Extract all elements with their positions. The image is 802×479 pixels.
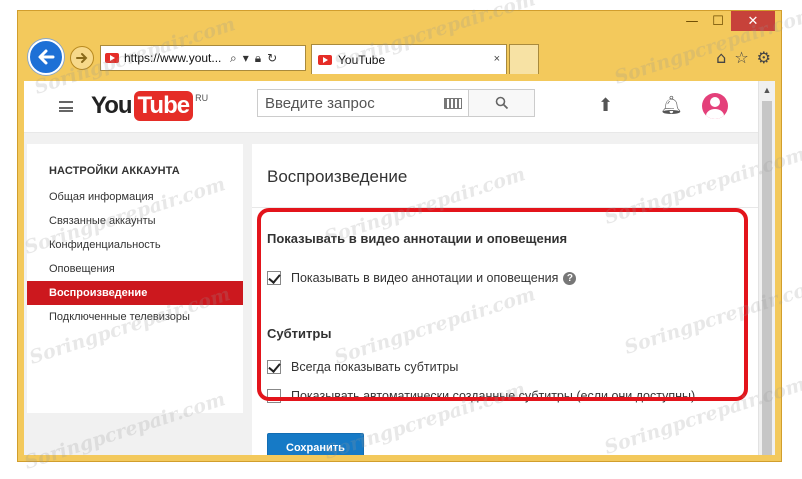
forward-button[interactable]: [70, 46, 94, 70]
youtube-favicon: [318, 54, 332, 65]
search-icon: [495, 96, 508, 110]
navigation-bar: https://www.yout... ⌕ ▾ 🔒︎ ↻ YouTube × ⌂…: [24, 39, 775, 81]
refresh-icon[interactable]: ↻: [267, 51, 277, 66]
sidebar-item-notifications[interactable]: Оповещения: [27, 257, 243, 281]
star-icon[interactable]: ☆: [734, 48, 748, 67]
arrow-left-icon: [38, 49, 55, 65]
bell-icon[interactable]: 🔔︎: [660, 95, 683, 116]
sidebar-item-connected-tvs[interactable]: Подключенные телевизоры: [27, 305, 243, 329]
page-title: Воспроизведение: [267, 167, 408, 186]
avatar[interactable]: [702, 93, 728, 119]
logo-text-you: You: [91, 92, 133, 119]
upload-icon[interactable]: ⬆: [598, 95, 613, 116]
sidebar-item-linked-accounts[interactable]: Связанные аккаунты: [27, 209, 243, 233]
youtube-logo[interactable]: You Tube RU: [91, 89, 208, 123]
sidebar-item-playback[interactable]: Воспроизведение: [27, 281, 243, 305]
logo-text-tube: Tube: [133, 91, 194, 121]
youtube-favicon: [105, 53, 119, 63]
maximize-button[interactable]: ☐: [705, 11, 731, 31]
logo-region: RU: [195, 93, 209, 103]
lock-icon[interactable]: 🔒︎: [255, 51, 261, 66]
search-input[interactable]: Введите запрос: [257, 89, 469, 117]
window-caption-buttons: — ☐ ✕: [679, 11, 775, 33]
back-button[interactable]: [28, 39, 64, 75]
account-settings-sidebar: НАСТРОЙКИ АККАУНТА Общая информация Связ…: [27, 144, 243, 413]
new-tab-button[interactable]: [509, 44, 539, 74]
browser-window: — ☐ ✕ https://www.yout... ⌕ ▾ 🔒︎ ↻ YouTu…: [17, 10, 782, 462]
minimize-button[interactable]: —: [679, 11, 705, 31]
dropdown-icon[interactable]: ▾: [243, 51, 249, 66]
menu-icon[interactable]: [59, 101, 73, 112]
close-window-button[interactable]: ✕: [731, 11, 775, 31]
sidebar-item-privacy[interactable]: Конфиденциальность: [27, 233, 243, 257]
address-bar[interactable]: https://www.yout... ⌕ ▾ 🔒︎ ↻: [100, 45, 306, 71]
search-placeholder: Введите запрос: [265, 94, 375, 112]
sidebar-heading: НАСТРОЙКИ АККАУНТА: [49, 165, 180, 177]
save-button[interactable]: Сохранить: [267, 433, 364, 455]
search-button[interactable]: [469, 89, 535, 117]
page-viewport: You Tube RU Введите запрос ⬆ 🔔︎ НАСТРОЙК…: [24, 81, 775, 455]
browser-tools: ⌂ ☆ ⚙: [716, 48, 771, 67]
tab-title: YouTube: [338, 52, 386, 67]
tab-youtube[interactable]: YouTube ×: [311, 44, 507, 74]
youtube-header: You Tube RU Введите запрос ⬆ 🔔︎: [24, 81, 758, 133]
home-icon[interactable]: ⌂: [716, 48, 726, 67]
sidebar-item-general[interactable]: Общая информация: [27, 185, 243, 209]
search-icon[interactable]: ⌕: [230, 51, 237, 66]
address-url[interactable]: https://www.yout...: [124, 51, 226, 65]
arrow-right-icon: [76, 53, 88, 63]
tab-close-icon[interactable]: ×: [494, 53, 500, 65]
scroll-up-icon[interactable]: ▲: [759, 81, 775, 98]
gear-icon[interactable]: ⚙: [757, 48, 771, 67]
scrollbar-thumb[interactable]: [762, 101, 772, 455]
keyboard-icon[interactable]: [444, 97, 462, 109]
vertical-scrollbar[interactable]: ▲: [758, 81, 775, 455]
highlight-box: [257, 208, 748, 401]
